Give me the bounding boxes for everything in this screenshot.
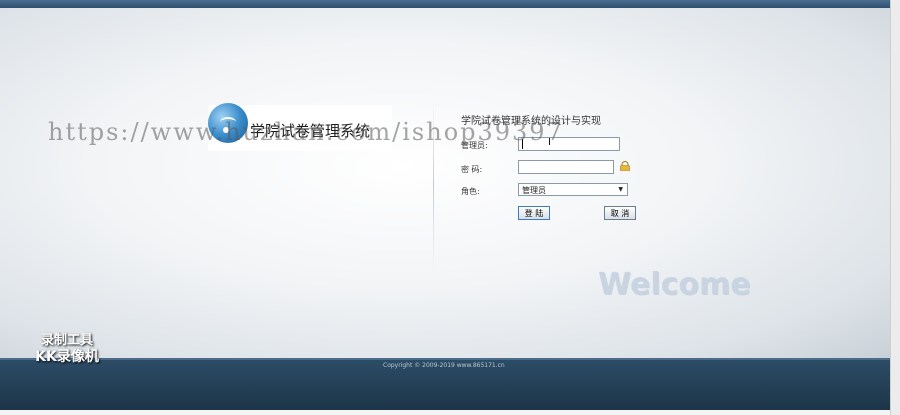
role-select[interactable]: 管理员 ▼ [518,183,628,196]
window-scrollbar-edge [890,0,900,415]
login-background [0,8,890,358]
copyright-text: Copyright © 2009-2019 www.865171.cn [383,362,505,369]
cancel-button[interactable]: 取 消 [604,206,636,220]
recorder-line-2: KK录像机 [35,349,99,365]
recorder-watermark: 录制工具 KK录像机 [22,333,112,365]
top-bar [0,0,900,8]
role-label: 角色: [461,187,480,196]
status-strip [0,410,890,415]
chevron-down-icon: ▼ [618,186,623,193]
password-input[interactable] [518,160,614,174]
password-label: 密 码: [461,165,483,174]
url-watermark: https://www.huzhan.com/ishop39397 [48,118,564,146]
recorder-line-1: 录制工具 [40,333,93,348]
role-select-value: 管理员 [522,186,546,195]
login-button[interactable]: 登 陆 [518,206,550,220]
welcome-text: Welcome [598,267,751,302]
lock-icon[interactable] [619,161,631,171]
